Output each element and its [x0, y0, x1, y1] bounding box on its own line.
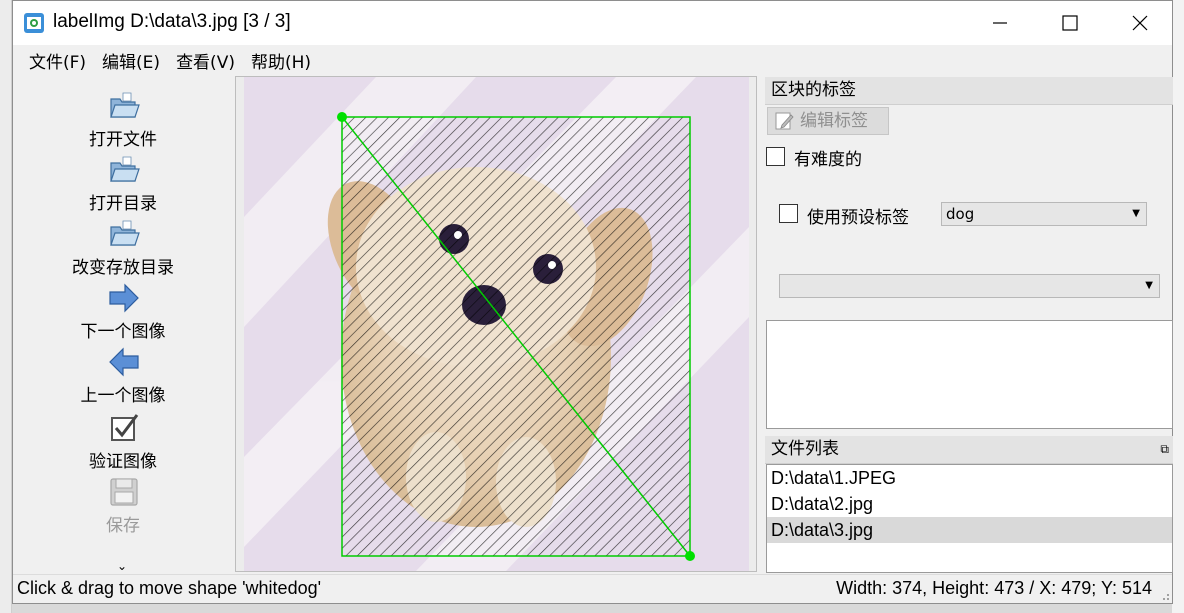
file-list-panel-title: 文件列表 ⧉: [765, 436, 1173, 464]
box-vertex-top-left: [337, 112, 347, 122]
next-image-label: 下一个图像: [80, 322, 166, 342]
open-folder-icon: [110, 220, 140, 246]
resize-grip-icon[interactable]: [1160, 591, 1170, 601]
box-labels-list[interactable]: [766, 320, 1173, 429]
open-file-button[interactable]: 打开文件: [13, 89, 233, 151]
label-filter-combo[interactable]: ▼: [779, 274, 1160, 298]
arrow-right-icon: [109, 283, 139, 313]
status-bar: Click & drag to move shape 'whitedog' Wi…: [13, 574, 1172, 603]
verify-image-label: 验证图像: [89, 452, 157, 472]
prev-image-button[interactable]: 上一个图像: [13, 345, 233, 407]
save-button[interactable]: 保存: [13, 475, 233, 537]
floppy-disk-icon: [110, 478, 138, 506]
menu-edit[interactable]: 编辑(E): [94, 48, 168, 73]
menu-file[interactable]: 文件(F): [21, 48, 94, 73]
menu-help[interactable]: 帮助(H): [243, 48, 319, 73]
minimize-icon: [993, 22, 1007, 24]
edit-pencil-icon: [775, 112, 794, 130]
default-label-combo[interactable]: dog ▼: [941, 202, 1147, 226]
open-folder-icon: [110, 92, 140, 118]
image-canvas[interactable]: [235, 76, 757, 572]
dropdown-arrow-icon: ▼: [1132, 208, 1140, 219]
dock-restore-icon[interactable]: ⧉: [1160, 436, 1169, 463]
dropdown-arrow-icon: ▼: [1145, 280, 1153, 291]
maximize-button[interactable]: [1035, 1, 1105, 45]
box-vertex-bottom-right: [685, 551, 695, 561]
use-default-label-text: 使用预设标签: [807, 208, 909, 228]
status-message: Click & drag to move shape 'whitedog': [17, 578, 322, 598]
default-label-value: dog: [946, 205, 975, 223]
edit-label-button[interactable]: 编辑标签: [767, 107, 889, 135]
close-button[interactable]: [1105, 1, 1175, 45]
desktop-background-left: [0, 0, 12, 613]
open-file-label: 打开文件: [89, 130, 157, 150]
open-dir-button[interactable]: 打开目录: [13, 153, 233, 215]
file-list-title-text: 文件列表: [771, 439, 839, 459]
menu-bar: 文件(F) 编辑(E) 查看(V) 帮助(H): [13, 45, 1172, 75]
open-dir-label: 打开目录: [89, 194, 157, 214]
arrow-left-icon: [109, 347, 139, 377]
prev-image-label: 上一个图像: [80, 386, 166, 406]
verify-image-button[interactable]: 验证图像: [13, 411, 233, 473]
desktop-background-right: [1172, 0, 1184, 613]
minimize-button[interactable]: [965, 1, 1035, 45]
maximize-icon: [1062, 15, 1078, 31]
change-save-dir-label: 改变存放目录: [72, 258, 174, 278]
file-list-item[interactable]: D:\data\2.jpg: [767, 491, 1172, 517]
file-list-item-selected[interactable]: D:\data\3.jpg: [767, 517, 1172, 543]
chevron-double-down-icon[interactable]: ⌄: [117, 559, 127, 573]
difficult-label: 有难度的: [794, 150, 862, 170]
app-window: labelImg D:\data\3.jpg [3 / 3] 文件(F) 编辑(…: [12, 0, 1173, 604]
difficult-checkbox[interactable]: [766, 147, 785, 166]
open-folder-icon: [110, 156, 140, 182]
close-icon: [1132, 15, 1148, 31]
use-default-label-checkbox[interactable]: [779, 204, 798, 223]
edit-label-text: 编辑标签: [800, 111, 868, 131]
change-save-dir-button[interactable]: 改变存放目录: [13, 217, 233, 279]
bounding-box-whitedog: [337, 112, 695, 561]
canvas-drawing: [244, 77, 749, 571]
left-toolbar: 打开文件 打开目录 改变存放目录 下一个图像 上一个图像 验证图像 保存 ⌄: [13, 75, 233, 573]
menu-view[interactable]: 查看(V): [168, 48, 243, 73]
checkbox-icon: [111, 414, 139, 441]
title-bar[interactable]: labelImg D:\data\3.jpg [3 / 3]: [13, 1, 1172, 45]
file-list[interactable]: D:\data\1.JPEG D:\data\2.jpg D:\data\3.j…: [766, 464, 1173, 573]
next-image-button[interactable]: 下一个图像: [13, 281, 233, 343]
labelimg-app-icon: [24, 13, 44, 33]
window-title: labelImg D:\data\3.jpg [3 / 3]: [53, 11, 291, 32]
box-labels-panel-title: 区块的标签: [765, 77, 1173, 105]
file-list-item[interactable]: D:\data\1.JPEG: [767, 465, 1172, 491]
status-coordinates: Width: 374, Height: 473 / X: 479; Y: 514: [836, 578, 1152, 598]
save-label: 保存: [106, 516, 140, 536]
